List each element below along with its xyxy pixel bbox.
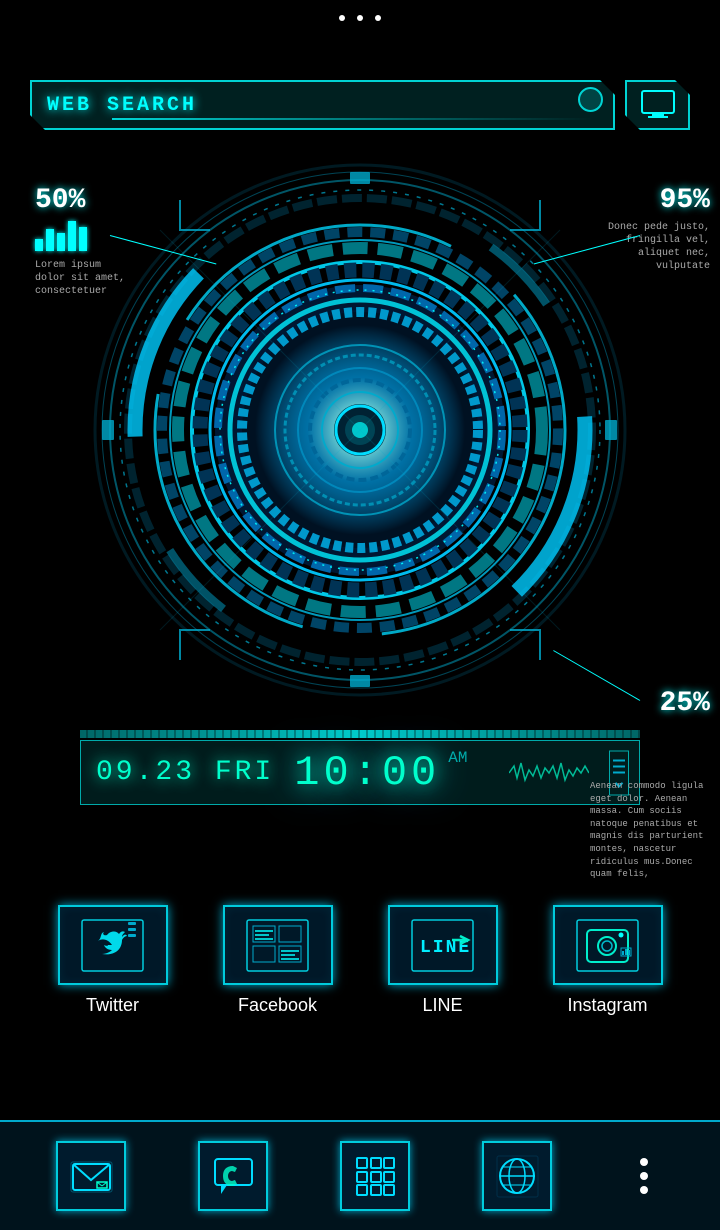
app-item-instagram[interactable]: Instagram	[553, 905, 663, 1016]
instagram-label: Instagram	[567, 995, 647, 1016]
email-icon	[69, 1154, 114, 1199]
clock-container: 09.23 FRI 10:00 AM	[80, 730, 640, 805]
bar-2	[46, 229, 54, 251]
waveform-icon	[509, 758, 589, 788]
clock-time: 10:00	[294, 749, 440, 797]
apps-grid-icon	[353, 1154, 398, 1199]
line-icon[interactable]: LINE	[388, 905, 498, 985]
twitter-label: Twitter	[86, 995, 139, 1016]
nav-browser-button[interactable]	[482, 1141, 552, 1211]
search-bar-corner	[578, 87, 603, 112]
stat-25-percent: 25%	[660, 688, 710, 719]
hud-svg	[80, 150, 640, 710]
stat-50-percent: 50%	[35, 185, 125, 216]
clock-bar-top	[80, 730, 640, 738]
more-dot-1	[640, 1158, 648, 1166]
facebook-label: Facebook	[238, 995, 317, 1016]
search-bar-line	[112, 118, 593, 120]
bar-5	[79, 227, 87, 251]
clock-ampm: AM	[448, 749, 467, 767]
twitter-logo	[80, 918, 145, 973]
clock-main: 09.23 FRI 10:00 AM	[80, 740, 640, 805]
clock-date: 09.23 FRI	[96, 757, 274, 788]
twitter-icon[interactable]	[58, 905, 168, 985]
web-search-bar[interactable]: WEB SEARCH	[30, 80, 615, 130]
app-item-facebook[interactable]: Facebook	[223, 905, 333, 1016]
nav-apps-button[interactable]	[340, 1141, 410, 1211]
svg-text:LINE: LINE	[420, 938, 471, 958]
bar-3	[57, 233, 65, 251]
facebook-icon[interactable]	[223, 905, 333, 985]
status-dot-1	[339, 15, 345, 21]
monitor-icon	[638, 85, 678, 125]
search-bar-label: WEB SEARCH	[47, 94, 197, 117]
status-bar	[0, 0, 720, 30]
stat-95-desc: Donec pede justo, fringilla vel, aliquet…	[600, 221, 710, 273]
stat-95-container: 95% Donec pede justo, fringilla vel, ali…	[600, 185, 710, 273]
bar-1	[35, 239, 43, 251]
more-dot-2	[640, 1172, 648, 1180]
stat-50-container: 50% Lorem ipsum dolor sit amet, consecte…	[35, 185, 125, 298]
app-item-twitter[interactable]: Twitter	[58, 905, 168, 1016]
more-dot-3	[640, 1186, 648, 1194]
hud-container	[80, 150, 640, 710]
text-panel: Aenean commodo ligula eget dolor. Aenean…	[590, 780, 710, 881]
apps-section: Twitter Facebook	[0, 890, 720, 1031]
stat-25-container: 25%	[660, 688, 710, 719]
nav-more-button[interactable]	[624, 1141, 664, 1211]
search-icon-button[interactable]	[625, 80, 690, 130]
bottom-nav	[0, 1120, 720, 1230]
bar-4	[68, 221, 76, 251]
instagram-logo	[575, 918, 640, 973]
stat-50-desc: Lorem ipsum dolor sit amet, consectetuer	[35, 259, 125, 298]
globe-icon	[495, 1154, 540, 1199]
app-item-line[interactable]: LINE LINE	[388, 905, 498, 1016]
stat-95-percent: 95%	[600, 185, 710, 216]
instagram-icon[interactable]	[553, 905, 663, 985]
status-dot-2	[357, 15, 363, 21]
text-panel-content: Aenean commodo ligula eget dolor. Aenean…	[590, 781, 703, 879]
phone-icon	[211, 1154, 256, 1199]
nav-phone-button[interactable]	[198, 1141, 268, 1211]
nav-email-button[interactable]	[56, 1141, 126, 1211]
status-dot-3	[375, 15, 381, 21]
line-logo: LINE	[410, 918, 475, 973]
line-label: LINE	[422, 995, 462, 1016]
search-bar-container: WEB SEARCH	[30, 80, 690, 130]
facebook-logo	[245, 918, 310, 973]
